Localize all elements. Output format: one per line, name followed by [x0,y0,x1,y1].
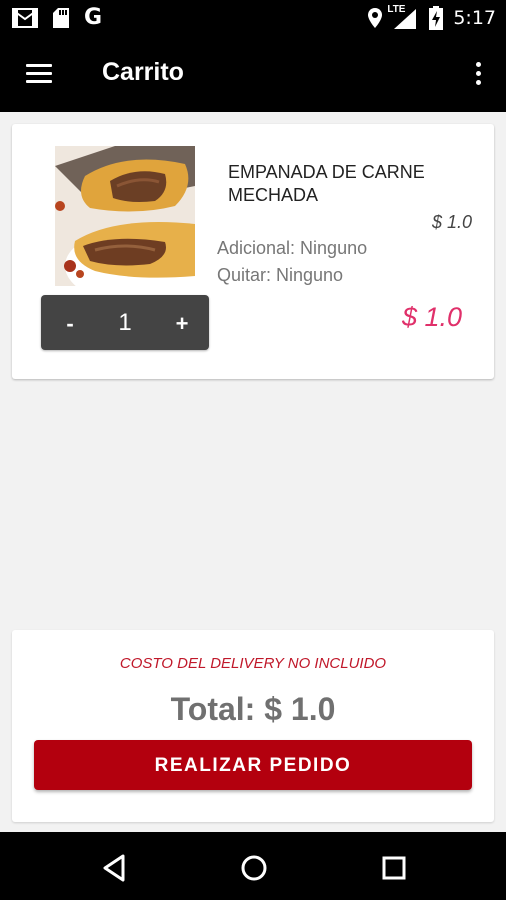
clock-time: 5:17 [453,7,496,29]
order-total: Total: $ 1.0 [170,691,336,727]
cart-item-card: EMPANADA DE CARNE MECHADA $ 1.0 Adiciona… [12,124,494,379]
product-name: EMPANADA DE CARNE MECHADA [228,162,425,205]
gmail-icon [12,8,38,28]
google-icon: G [84,5,103,30]
line-total-price: $ 1.0 [401,302,462,332]
battery-charging-icon [429,6,444,30]
network-type-label: LTE [387,4,406,15]
signal-icon: LTE [387,4,419,30]
decrease-quantity-button[interactable]: - [45,295,95,350]
home-icon[interactable] [234,848,274,888]
status-left-icons: G [12,6,102,30]
app-bar: Carrito [0,36,506,112]
order-summary-card: COSTO DEL DELIVERY NO INCLUIDO Total: $ … [12,630,494,822]
sd-card-icon [53,8,69,28]
back-icon[interactable] [95,848,135,888]
additional-text: Adicional: Ninguno [217,238,368,258]
status-right-icons: LTE 5:17 [367,4,496,30]
remove-text: Quitar: Ninguno [217,265,344,285]
status-bar: G LTE 5:17 [0,0,506,36]
recents-icon[interactable] [374,848,414,888]
quantity-stepper: - 1 + [41,295,209,350]
hamburger-menu-icon[interactable] [22,58,58,90]
more-vert-icon[interactable] [468,58,488,90]
place-order-button[interactable]: REALIZAR PEDIDO [34,740,472,790]
location-icon [368,8,383,28]
increase-quantity-button[interactable]: + [157,295,207,350]
system-nav-bar [0,832,506,900]
page-title: Carrito [102,58,184,86]
empanada-image [55,146,195,286]
quantity-value: 1 [118,309,132,336]
product-image [55,146,195,286]
unit-price: $ 1.0 [431,212,472,232]
delivery-cost-note: COSTO DEL DELIVERY NO INCLUIDO [119,655,387,672]
